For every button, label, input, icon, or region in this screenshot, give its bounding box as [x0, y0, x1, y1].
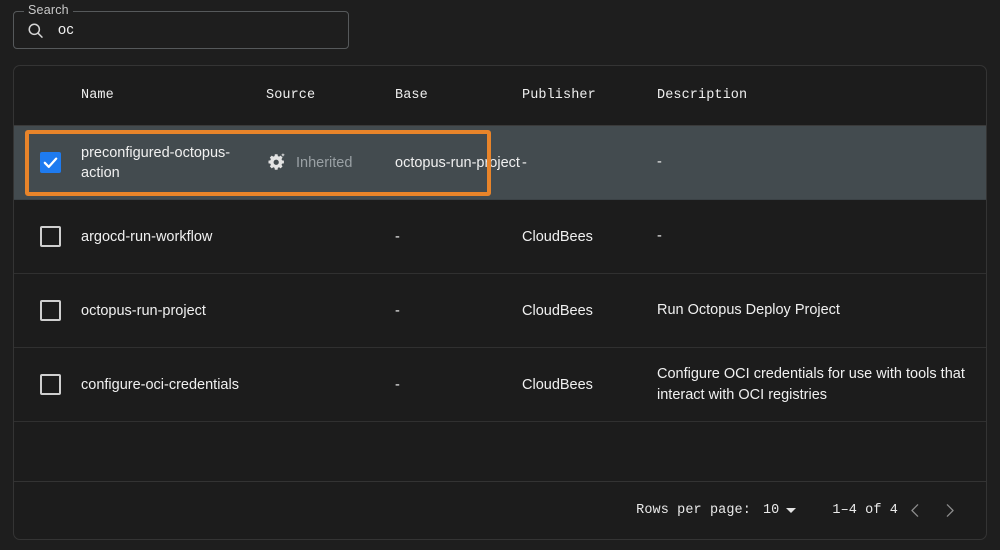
row-publisher: CloudBees — [522, 228, 593, 245]
chevron-left-icon — [910, 504, 918, 517]
table-row[interactable]: octopus-run-project - CloudBees Run Octo… — [14, 274, 986, 348]
row-name: octopus-run-project — [81, 302, 206, 319]
row-select-cell[interactable] — [14, 152, 81, 173]
row-description: - — [657, 154, 662, 170]
table-row[interactable]: preconfigured-octopus-action Inherited o… — [14, 126, 986, 200]
row-checkbox-checked[interactable] — [40, 152, 61, 173]
row-publisher: - — [522, 154, 527, 171]
row-name: configure-oci-credentials — [81, 376, 239, 393]
chevron-down-icon — [786, 508, 797, 513]
row-description: - — [657, 228, 662, 244]
table-row[interactable]: configure-oci-credentials - CloudBees Co… — [14, 348, 986, 422]
row-select-cell[interactable] — [14, 300, 81, 321]
column-header-base[interactable]: Base — [395, 88, 522, 103]
row-base: - — [395, 302, 400, 319]
actions-table-panel: Name Source Base Publisher Description p… — [13, 65, 987, 540]
table-header-row: Name Source Base Publisher Description — [14, 66, 986, 126]
row-checkbox-unchecked[interactable] — [40, 374, 61, 395]
row-base: octopus-run-project — [395, 154, 520, 171]
row-select-cell[interactable] — [14, 226, 81, 247]
row-description: Configure OCI credentials for use with t… — [657, 365, 965, 403]
chevron-right-icon — [946, 504, 954, 517]
row-checkbox-unchecked[interactable] — [40, 300, 61, 321]
search-field[interactable]: oc Search — [13, 3, 349, 49]
row-select-cell[interactable] — [14, 374, 81, 395]
pagination-range-label: 1–4 of 4 — [832, 503, 898, 518]
search-label: Search — [24, 3, 73, 17]
row-name: preconfigured-octopus-action — [81, 144, 231, 181]
check-icon — [43, 157, 58, 169]
search-input-value[interactable]: oc — [58, 22, 74, 38]
search-icon — [28, 22, 43, 38]
table-pagination: Rows per page: 10 1–4 of 4 — [14, 481, 986, 539]
row-source-label: Inherited — [296, 154, 353, 171]
rows-per-page-value: 10 — [762, 503, 780, 518]
row-source: Inherited — [266, 152, 395, 173]
row-description: Run Octopus Deploy Project — [657, 302, 840, 318]
table-body: preconfigured-octopus-action Inherited o… — [14, 126, 986, 422]
row-name: argocd-run-workflow — [81, 228, 213, 245]
next-page-button[interactable] — [932, 494, 966, 528]
row-publisher: CloudBees — [522, 302, 593, 319]
previous-page-button[interactable] — [898, 494, 932, 528]
column-header-source[interactable]: Source — [266, 88, 395, 103]
row-checkbox-unchecked[interactable] — [40, 226, 61, 247]
column-header-publisher[interactable]: Publisher — [522, 88, 657, 103]
rows-per-page-label: Rows per page: — [636, 503, 751, 518]
table-row[interactable]: argocd-run-workflow - CloudBees - — [14, 200, 986, 274]
row-publisher: CloudBees — [522, 376, 593, 393]
row-base: - — [395, 228, 400, 245]
rows-per-page-select[interactable]: 10 — [762, 503, 797, 518]
gear-sparkle-icon — [268, 152, 285, 170]
column-header-name[interactable]: Name — [81, 88, 266, 103]
row-base: - — [395, 376, 400, 393]
column-header-description[interactable]: Description — [657, 88, 986, 103]
